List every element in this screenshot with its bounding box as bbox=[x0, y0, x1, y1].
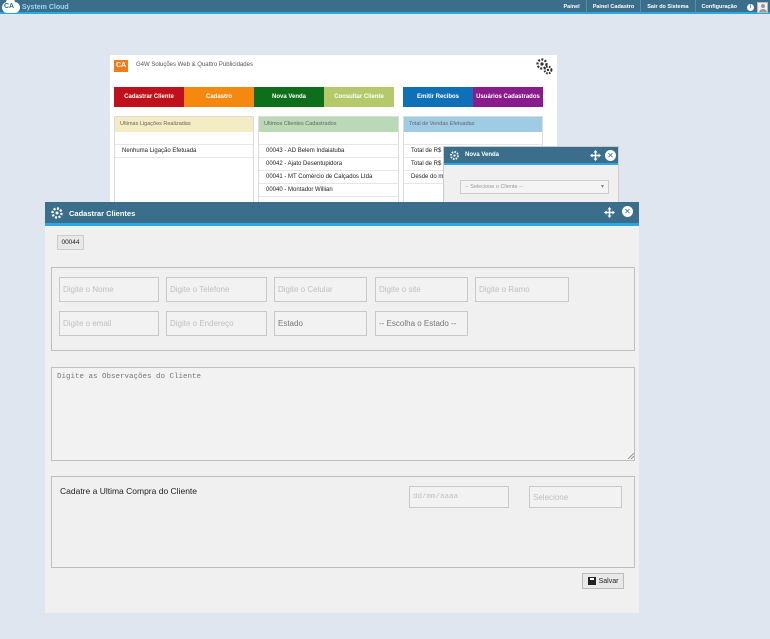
client-code: 00044 bbox=[57, 235, 84, 250]
estado-input[interactable] bbox=[274, 311, 367, 336]
cliente-select[interactable]: -- Selecione o Cliente -- bbox=[460, 180, 609, 194]
list-item[interactable]: 00041 - MT Comércio de Calçados Ltda bbox=[259, 171, 398, 184]
salvar-label: Salvar bbox=[598, 577, 619, 585]
resize-grip-icon[interactable] bbox=[628, 453, 634, 459]
company-name: G4W Soluções Web & Quattro Publicidades bbox=[136, 62, 253, 68]
celular-input[interactable] bbox=[274, 277, 367, 302]
estado-select[interactable] bbox=[375, 311, 468, 336]
list-item: Nenhuma Ligação Efetuada bbox=[115, 145, 253, 158]
consultar-cliente-button[interactable]: Consultar Cliente bbox=[324, 87, 394, 107]
nova-venda-dialog: Nova Venda ✕ -- Selecione o Cliente -- bbox=[443, 146, 619, 206]
floppy-disk-icon bbox=[587, 577, 596, 585]
dashboard-buttons-left: Cadastrar Cliente Cadastro Nova Venda Co… bbox=[114, 87, 394, 107]
nova-venda-title: Nova Venda bbox=[465, 152, 500, 158]
column-header: Ultimas Ligações Realizadas bbox=[115, 117, 253, 132]
nome-input[interactable] bbox=[59, 277, 159, 302]
data-compra-input[interactable] bbox=[409, 486, 509, 508]
nova-venda-title-bar[interactable]: Nova Venda ✕ bbox=[444, 147, 618, 165]
dashboard-header: CA G4W Soluções Web & Quattro Publicidad… bbox=[110, 55, 557, 77]
top-nav: Painel Painel Cadastro Sair do Sistema C… bbox=[557, 0, 768, 14]
brand-mark: CA bbox=[4, 2, 15, 10]
selecione-input[interactable] bbox=[529, 486, 622, 508]
ultimas-ligacoes-column: Ultimas Ligações Realizadas Nenhuma Liga… bbox=[114, 116, 254, 216]
column-header: Ultimos Clientes Cadastrados bbox=[259, 117, 398, 132]
usuarios-cadastrados-button[interactable]: Usuários Cadastrados bbox=[473, 87, 543, 107]
list-item[interactable]: 00043 - AD Belem Indaiatuba bbox=[259, 145, 398, 158]
ultimos-clientes-column: Ultimos Clientes Cadastrados 00043 - AD … bbox=[258, 116, 399, 216]
email-input[interactable] bbox=[59, 311, 159, 336]
top-bar: CA System Cloud Painel Painel Cadastro S… bbox=[0, 0, 770, 14]
dashboard-buttons-right: Emitir Recibos Usuários Cadastrados bbox=[403, 87, 543, 107]
list-item bbox=[259, 132, 398, 145]
brand[interactable]: CA System Cloud bbox=[2, 0, 69, 13]
gear-icon bbox=[450, 151, 459, 160]
user-avatar-icon[interactable] bbox=[757, 1, 768, 13]
settings-gears-icon[interactable] bbox=[535, 57, 553, 75]
ultima-compra-label: Cadatre a Ultima Compra do Cliente bbox=[60, 486, 198, 496]
move-icon[interactable] bbox=[590, 150, 601, 161]
close-icon[interactable]: ✕ bbox=[622, 206, 633, 217]
telefone-input[interactable] bbox=[166, 277, 267, 302]
nova-venda-button[interactable]: Nova Venda bbox=[254, 87, 324, 107]
dialog-title: Cadastrar Clientes bbox=[69, 209, 136, 218]
cloud-logo-icon: CA bbox=[2, 0, 20, 13]
cadastrar-clientes-dialog: Cadastrar Clientes ✕ 00044 Cadatre a Ult… bbox=[45, 202, 639, 613]
cadastro-button[interactable]: Cadastro bbox=[184, 87, 254, 107]
list-item[interactable]: 00042 - Ajato Desentupidora bbox=[259, 158, 398, 171]
close-icon[interactable]: ✕ bbox=[605, 150, 616, 161]
salvar-button[interactable]: Salvar bbox=[582, 573, 624, 589]
column-header: Total de Vendas Efetuadas bbox=[404, 117, 542, 132]
site-input[interactable] bbox=[375, 277, 468, 302]
nav-painel[interactable]: Painel bbox=[557, 0, 585, 14]
dialog-title-bar[interactable]: Cadastrar Clientes ✕ bbox=[45, 202, 639, 226]
list-item[interactable]: 00040 - Montador Willian bbox=[259, 184, 398, 197]
cadastrar-cliente-button[interactable]: Cadastrar Cliente bbox=[114, 87, 184, 107]
gear-icon bbox=[51, 207, 63, 219]
list-item bbox=[115, 132, 253, 145]
nav-painel-cadastro[interactable]: Painel Cadastro bbox=[585, 0, 641, 14]
endereco-input[interactable] bbox=[166, 311, 267, 336]
observacoes-textarea[interactable] bbox=[51, 367, 635, 461]
nav-sair-do-sistema[interactable]: Sair do Sistema bbox=[640, 0, 694, 14]
list-item bbox=[404, 132, 542, 145]
brand-text: System Cloud bbox=[22, 3, 69, 11]
info-icon[interactable]: i bbox=[747, 3, 754, 11]
nav-configuracao[interactable]: Configuração bbox=[694, 0, 743, 14]
emitir-recibos-button[interactable]: Emitir Recibos bbox=[403, 87, 473, 107]
company-logo: CA bbox=[114, 60, 128, 72]
ramo-input[interactable] bbox=[475, 277, 569, 302]
move-icon[interactable] bbox=[604, 207, 615, 218]
